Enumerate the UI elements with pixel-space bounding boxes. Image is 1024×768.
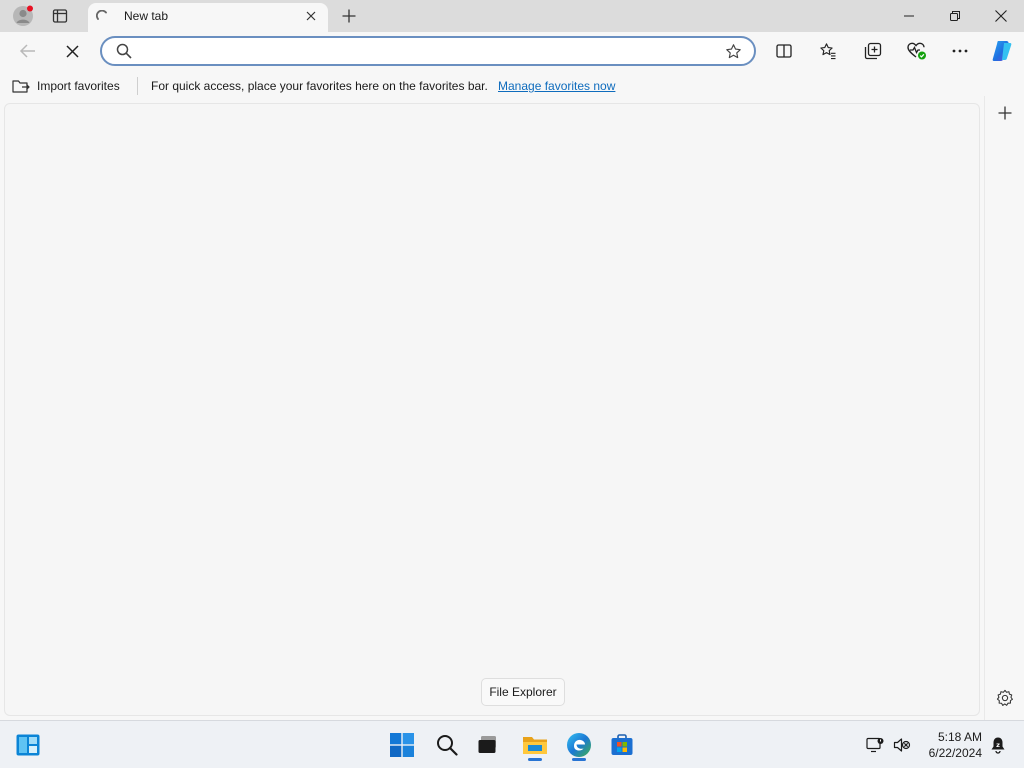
favorites-bar: Import favorites For quick access, place… [0, 70, 984, 102]
back-button[interactable] [13, 36, 43, 66]
running-indicator [528, 758, 542, 761]
clock-date: 6/22/2024 [928, 746, 982, 760]
file-explorer-tooltip: File Explorer [481, 678, 565, 706]
file-explorer-button[interactable] [519, 729, 551, 761]
copilot-icon [992, 41, 1012, 61]
stop-loading-button[interactable] [57, 36, 87, 66]
collections-button[interactable] [858, 36, 888, 66]
tab-close-button[interactable] [302, 7, 320, 25]
search-icon [116, 43, 132, 59]
sidebar-add-button[interactable] [991, 99, 1019, 127]
close-icon [995, 10, 1007, 22]
minimize-icon [904, 15, 914, 17]
sidebar-settings-button[interactable] [991, 684, 1019, 712]
page-content-area[interactable] [4, 103, 980, 716]
store-icon [611, 734, 633, 755]
gear-icon [996, 689, 1013, 706]
profile-button[interactable] [8, 0, 38, 32]
network-tray-button[interactable] [861, 729, 889, 761]
import-favorites-label: Import favorites [37, 79, 120, 93]
running-indicator [572, 758, 586, 761]
divider [137, 77, 138, 95]
close-icon [306, 11, 316, 21]
start-button[interactable] [386, 729, 418, 761]
tab-new-tab[interactable]: New tab [88, 3, 328, 32]
taskbar-clock[interactable]: 5:18 AM 6/22/2024 [918, 729, 982, 761]
address-bar[interactable] [100, 36, 756, 66]
more-icon [952, 49, 968, 53]
microsoft-store-button[interactable] [606, 729, 638, 761]
window-close-button[interactable] [978, 0, 1024, 32]
split-screen-button[interactable] [769, 36, 799, 66]
profile-icon [13, 5, 33, 26]
task-view-icon [478, 736, 496, 753]
settings-and-more-button[interactable] [945, 36, 975, 66]
widgets-button[interactable] [12, 729, 44, 761]
volume-tray-button[interactable] [888, 729, 916, 761]
volume-muted-icon [893, 738, 911, 752]
clock-time: 5:18 AM [937, 730, 982, 744]
taskbar-search-button[interactable] [431, 729, 463, 761]
star-icon[interactable] [725, 43, 742, 60]
windows-start-icon [390, 733, 414, 757]
plus-icon [998, 106, 1012, 120]
search-icon [437, 735, 458, 756]
sidebar [984, 96, 1024, 720]
vertical-tabs-button[interactable] [46, 0, 74, 32]
navigation-toolbar [0, 32, 1024, 70]
vertical-tabs-icon [52, 9, 68, 23]
notification-bell-icon: z [991, 737, 1005, 754]
close-icon [65, 44, 79, 58]
minimize-button[interactable] [886, 0, 932, 32]
restore-icon [950, 11, 960, 21]
title-bar: New tab [0, 0, 1024, 32]
taskbar: 5:18 AM 6/22/2024 z [0, 720, 1024, 768]
favorites-bar-message: For quick access, place your favorites h… [151, 79, 488, 93]
favorites-button[interactable] [813, 36, 843, 66]
arrow-left-icon [19, 44, 35, 58]
restore-button[interactable] [932, 0, 978, 32]
notifications-button[interactable]: z [984, 729, 1012, 761]
split-screen-icon [776, 44, 792, 58]
collections-icon [864, 42, 882, 60]
file-explorer-icon [523, 737, 547, 754]
plus-icon [342, 9, 356, 23]
manage-favorites-link[interactable]: Manage favorites now [498, 79, 615, 93]
import-folder-icon [12, 80, 30, 93]
heart-pulse-icon [907, 42, 926, 60]
new-tab-button[interactable] [336, 3, 362, 29]
copilot-button[interactable] [987, 36, 1017, 66]
tab-title: New tab [124, 9, 169, 23]
browser-essentials-button[interactable] [902, 36, 932, 66]
task-view-button[interactable] [472, 729, 504, 761]
svg-text:z: z [996, 741, 1000, 749]
favorites-icon [820, 43, 836, 60]
widgets-icon [16, 734, 40, 756]
address-input[interactable] [142, 42, 712, 60]
loading-spinner-icon [96, 10, 107, 20]
edge-icon [567, 733, 591, 757]
network-icon [866, 737, 884, 753]
import-favorites-button[interactable]: Import favorites [12, 78, 120, 94]
edge-button[interactable] [563, 729, 595, 761]
